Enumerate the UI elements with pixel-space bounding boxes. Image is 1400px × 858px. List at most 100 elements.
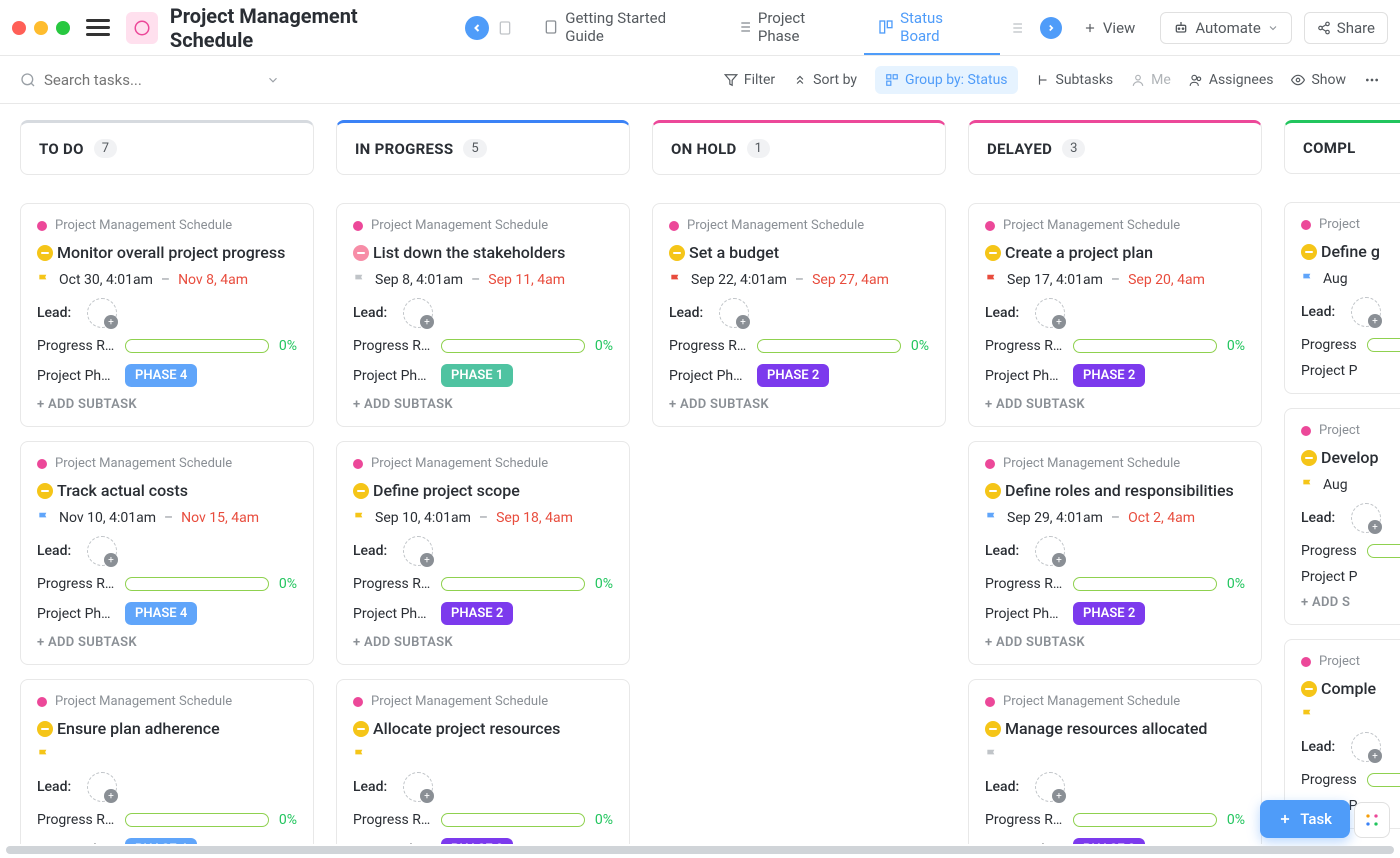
assign-lead-icon[interactable] — [1351, 503, 1381, 533]
phase-badge[interactable]: PHASE 2 — [1073, 364, 1145, 387]
status-icon[interactable] — [1301, 244, 1317, 260]
card-dates[interactable] — [985, 748, 1245, 762]
progress-bar[interactable] — [1367, 544, 1400, 558]
assign-lead-icon[interactable] — [1035, 298, 1065, 328]
phase-badge[interactable]: PHASE 2 — [441, 838, 513, 844]
nav-back-icon[interactable] — [465, 16, 489, 40]
progress-bar[interactable] — [125, 577, 269, 591]
phase-badge[interactable]: PHASE 4 — [125, 602, 197, 625]
add-subtask-button[interactable]: + ADD SUBTASK — [37, 635, 297, 650]
card-dates[interactable]: Oct 30, 4:01am–Nov 8, 4am — [37, 272, 297, 288]
task-card[interactable]: Project Management ScheduleAllocate proj… — [336, 679, 630, 844]
task-card[interactable]: Project Management ScheduleCreate a proj… — [968, 203, 1262, 427]
progress-bar[interactable] — [441, 813, 585, 827]
assignees-button[interactable]: Assignees — [1189, 72, 1274, 88]
minimize-window-icon[interactable] — [34, 21, 48, 35]
status-icon[interactable] — [669, 245, 685, 261]
assign-lead-icon[interactable] — [719, 298, 749, 328]
sort-button[interactable]: Sort by — [793, 72, 857, 88]
phase-badge[interactable]: PHASE 2 — [1073, 602, 1145, 625]
status-icon[interactable] — [985, 245, 1001, 261]
maximize-window-icon[interactable] — [56, 21, 70, 35]
chevron-down-icon[interactable] — [266, 73, 280, 87]
subtasks-button[interactable]: Subtasks — [1036, 72, 1114, 88]
task-card[interactable]: Project Management ScheduleList down the… — [336, 203, 630, 427]
progress-bar[interactable] — [757, 339, 901, 353]
tab-getting-started[interactable]: Getting Started Guide — [529, 1, 722, 55]
group-by-button[interactable]: Group by: Status — [875, 66, 1017, 94]
progress-bar[interactable] — [125, 813, 269, 827]
status-icon[interactable] — [37, 245, 53, 261]
add-subtask-button[interactable]: + ADD S — [1301, 595, 1400, 610]
card-dates[interactable]: Sep 10, 4:01am–Sep 18, 4am — [353, 510, 613, 526]
assign-lead-icon[interactable] — [87, 536, 117, 566]
task-card[interactable]: ProjectDefine gAugLead:ProgressProject P — [1284, 202, 1400, 394]
assign-lead-icon[interactable] — [87, 298, 117, 328]
phase-badge[interactable]: PHASE 2 — [757, 364, 829, 387]
add-subtask-button[interactable]: + ADD SUBTASK — [985, 397, 1245, 412]
progress-bar[interactable] — [1073, 813, 1217, 827]
add-subtask-button[interactable]: + ADD SUBTASK — [985, 635, 1245, 650]
task-card[interactable]: Project Management ScheduleMonitor overa… — [20, 203, 314, 427]
search-input[interactable] — [44, 71, 204, 89]
column-header[interactable]: DELAYED3 — [968, 120, 1262, 175]
nav-next-icon[interactable] — [1040, 17, 1062, 39]
progress-bar[interactable] — [1367, 773, 1400, 787]
tab-status-board[interactable]: Status Board — [864, 1, 1000, 55]
add-subtask-button[interactable]: + ADD SUBTASK — [37, 397, 297, 412]
task-card[interactable]: Project Management ScheduleManage resour… — [968, 679, 1262, 844]
task-card[interactable]: Project Management ScheduleSet a budgetS… — [652, 203, 946, 427]
assign-lead-icon[interactable] — [87, 772, 117, 802]
progress-bar[interactable] — [1073, 339, 1217, 353]
progress-bar[interactable] — [1073, 577, 1217, 591]
column-header[interactable]: IN PROGRESS5 — [336, 120, 630, 175]
status-icon[interactable] — [353, 483, 369, 499]
status-icon[interactable] — [1301, 681, 1317, 697]
card-dates[interactable]: Aug — [1301, 477, 1400, 493]
filter-button[interactable]: Filter — [724, 72, 775, 88]
task-card[interactable]: Project Management ScheduleDefine projec… — [336, 441, 630, 665]
column-header[interactable]: TO DO7 — [20, 120, 314, 175]
tab-project-phase[interactable]: Project Phase — [722, 1, 864, 55]
card-dates[interactable]: Sep 17, 4:01am–Sep 20, 4am — [985, 272, 1245, 288]
show-button[interactable]: Show — [1291, 72, 1346, 88]
card-dates[interactable]: Sep 8, 4:01am–Sep 11, 4am — [353, 272, 613, 288]
card-dates[interactable]: Sep 22, 4:01am–Sep 27, 4am — [669, 272, 929, 288]
status-icon[interactable] — [985, 483, 1001, 499]
me-button[interactable]: Me — [1131, 72, 1171, 88]
phase-badge[interactable]: PHASE 1 — [441, 364, 513, 387]
add-subtask-button[interactable]: + ADD SUBTASK — [353, 635, 613, 650]
new-task-button[interactable]: Task — [1260, 800, 1350, 838]
status-icon[interactable] — [1301, 450, 1317, 466]
card-dates[interactable]: Sep 29, 4:01am–Oct 2, 4am — [985, 510, 1245, 526]
phase-badge[interactable]: PHASE 4 — [125, 364, 197, 387]
close-window-icon[interactable] — [12, 21, 26, 35]
card-dates[interactable] — [37, 748, 297, 762]
phase-badge[interactable]: PHASE 2 — [1073, 838, 1145, 844]
card-dates[interactable] — [1301, 708, 1400, 722]
card-dates[interactable]: Aug — [1301, 271, 1400, 287]
add-view-button[interactable]: View — [1070, 12, 1148, 44]
status-icon[interactable] — [985, 721, 1001, 737]
phase-badge[interactable]: PHASE 4 — [125, 838, 197, 844]
status-icon[interactable] — [353, 721, 369, 737]
apps-button[interactable] — [1354, 802, 1390, 838]
add-subtask-button[interactable]: + ADD SUBTASK — [669, 397, 929, 412]
status-icon[interactable] — [37, 721, 53, 737]
phase-badge[interactable]: PHASE 2 — [441, 602, 513, 625]
progress-bar[interactable] — [125, 339, 269, 353]
task-card[interactable]: ProjectDevelopAugLead:ProgressProject P+… — [1284, 408, 1400, 625]
assign-lead-icon[interactable] — [1351, 297, 1381, 327]
progress-bar[interactable] — [1367, 338, 1400, 352]
more-button[interactable] — [1364, 72, 1380, 88]
share-button[interactable]: Share — [1304, 12, 1388, 44]
menu-icon[interactable] — [86, 16, 110, 40]
project-logo-icon[interactable] — [126, 12, 158, 44]
automate-button[interactable]: Automate — [1160, 12, 1291, 44]
card-dates[interactable]: Nov 10, 4:01am–Nov 15, 4am — [37, 510, 297, 526]
assign-lead-icon[interactable] — [1035, 536, 1065, 566]
assign-lead-icon[interactable] — [1035, 772, 1065, 802]
task-card[interactable]: Project Management ScheduleTrack actual … — [20, 441, 314, 665]
status-icon[interactable] — [353, 245, 369, 261]
status-icon[interactable] — [37, 483, 53, 499]
